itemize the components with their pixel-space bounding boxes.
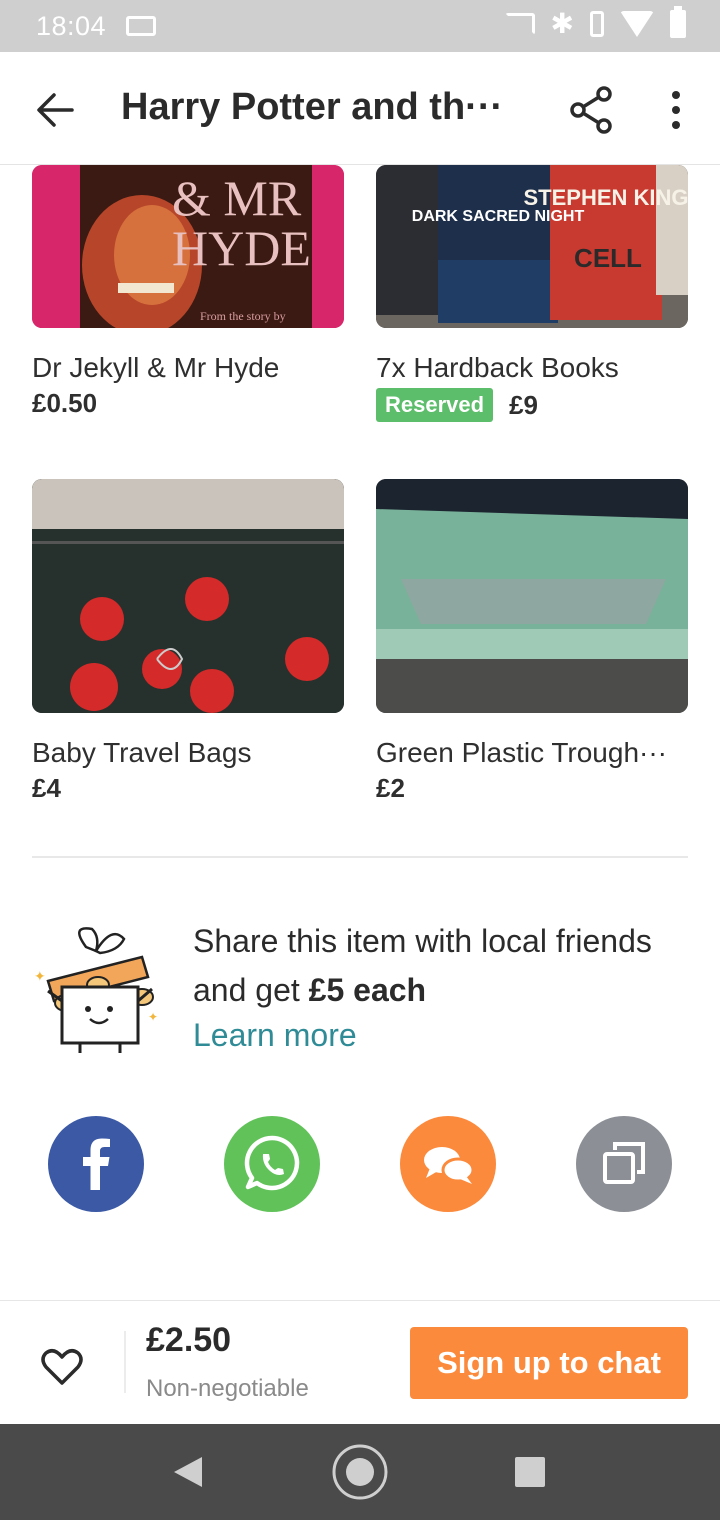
nav-back-icon[interactable] [170, 1454, 206, 1490]
battery-icon [670, 6, 686, 38]
book-cover-image: & MR HYDE From the story by [32, 165, 344, 328]
listing-price-row: £4 [32, 773, 344, 804]
listing-price-row: Reserved £9 [376, 388, 688, 422]
back-arrow-icon [37, 93, 74, 127]
listing-card[interactable]: DARK SACRED NIGHT STEPHEN KING CELL 7x H… [376, 165, 688, 422]
whatsapp-icon [244, 1135, 300, 1191]
item-price: £2.50 [146, 1321, 232, 1359]
listing-image[interactable]: & MR HYDE From the story by [32, 165, 344, 328]
listing-card[interactable]: Green Plastic Trough··· £2 [376, 479, 688, 804]
status-bar: 18:04 ✱ [0, 0, 720, 52]
svg-text:HYDE: HYDE [172, 220, 311, 276]
svg-text:STEPHEN KING: STEPHEN KING [523, 185, 688, 210]
svg-text:✦: ✦ [148, 1010, 158, 1024]
wifi-icon [620, 11, 654, 37]
favorite-button[interactable] [38, 1343, 86, 1391]
app-bar: Harry Potter and th··· [0, 52, 720, 165]
listing-price: £2 [376, 773, 405, 803]
books-photo-image: DARK SACRED NIGHT STEPHEN KING CELL [376, 165, 688, 328]
svg-text:& MR: & MR [172, 170, 302, 226]
heart-icon [41, 1349, 83, 1385]
listing-price-row: £2 [376, 773, 688, 804]
listing-price: £9 [509, 389, 538, 420]
share-facebook-button[interactable] [48, 1116, 144, 1212]
learn-more-link[interactable]: Learn more [193, 1017, 357, 1054]
listing-image[interactable] [376, 479, 688, 713]
listing-title[interactable]: Dr Jekyll & Mr Hyde [32, 352, 344, 384]
listing-price-row: £0.50 [32, 388, 344, 419]
bottom-divider [124, 1331, 126, 1393]
negotiable-label: Non-negotiable [146, 1375, 309, 1402]
listing-card[interactable]: Baby Travel Bags £4 [32, 479, 344, 804]
svg-text:✦: ✦ [34, 968, 46, 984]
status-time: 18:04 [36, 10, 107, 41]
nav-home-icon[interactable] [330, 1442, 390, 1502]
reserved-badge: Reserved [376, 388, 494, 422]
copy-icon [603, 1142, 645, 1184]
more-options-button[interactable] [656, 84, 696, 136]
screen-cast-notification-icon [126, 16, 157, 36]
promo-reward: £5 each [308, 972, 427, 1008]
share-message-button[interactable] [400, 1116, 496, 1212]
listing-image[interactable] [32, 479, 344, 713]
page-title: Harry Potter and th··· [121, 86, 504, 128]
bags-photo-image [32, 479, 344, 713]
listing-image[interactable]: DARK SACRED NIGHT STEPHEN KING CELL [376, 165, 688, 328]
share-whatsapp-button[interactable] [224, 1116, 320, 1212]
share-promo-text: Share this item with local friends and g… [193, 917, 693, 1015]
vibrate-icon [590, 11, 604, 37]
svg-text:CELL: CELL [574, 243, 642, 273]
sign-up-to-chat-button[interactable]: Sign up to chat [410, 1327, 688, 1399]
section-divider [32, 856, 688, 858]
copy-link-button[interactable] [576, 1116, 672, 1212]
share-button[interactable] [566, 84, 618, 136]
bluetooth-icon: ✱ [550, 7, 574, 40]
listing-price: £4 [32, 773, 61, 803]
svg-text:From the story by: From the story by [200, 309, 286, 323]
more-vert-icon [672, 91, 680, 129]
listing-title[interactable]: Green Plastic Trough··· [376, 737, 688, 769]
system-nav-bar [0, 1424, 720, 1520]
listing-price: £0.50 [32, 388, 98, 418]
chat-bubbles-icon [424, 1147, 475, 1184]
listing-title[interactable]: 7x Hardback Books [376, 352, 688, 384]
listing-title[interactable]: Baby Travel Bags [32, 737, 344, 769]
facebook-icon [83, 1138, 110, 1190]
nav-recents-icon[interactable] [514, 1456, 546, 1488]
back-button[interactable] [28, 82, 84, 138]
status-icons: ✱ [504, 6, 686, 40]
cast-icon [504, 13, 535, 35]
gift-box-illustration: ✦ ✦ [30, 917, 160, 1057]
trough-photo-image [376, 479, 688, 713]
share-icon [570, 86, 612, 134]
bottom-action-bar: £2.50 Non-negotiable Sign up to chat [0, 1300, 720, 1424]
svg-text:DARK SACRED NIGHT: DARK SACRED NIGHT [412, 208, 585, 225]
screen: 18:04 ✱ Harry Potter and th··· & MR HYDE… [0, 0, 720, 1520]
listing-content[interactable]: & MR HYDE From the story by Dr Jekyll & … [0, 165, 720, 1300]
listing-card[interactable]: & MR HYDE From the story by Dr Jekyll & … [32, 165, 344, 419]
